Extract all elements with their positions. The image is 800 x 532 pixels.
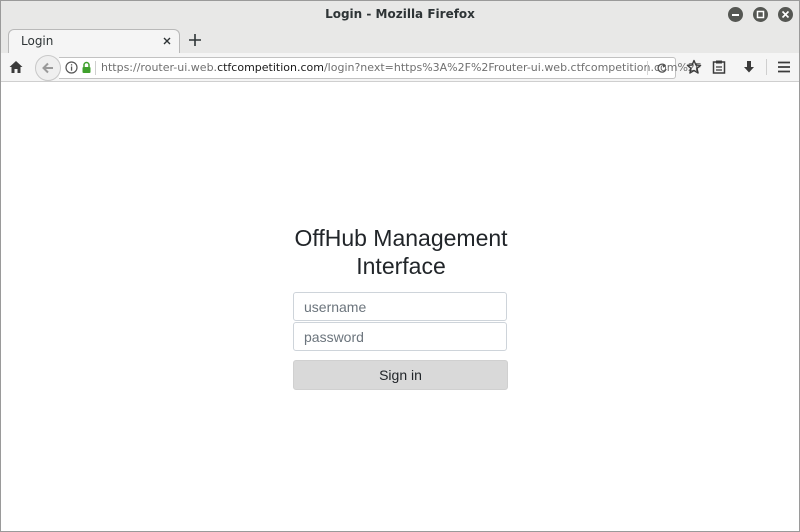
url-text[interactable]: https://router-ui.web.ctfcompetition.com… — [101, 61, 701, 74]
maximize-icon[interactable] — [753, 7, 768, 22]
page-title: OffHub Management Interface — [294, 225, 508, 279]
tab-login[interactable]: Login — [8, 29, 180, 54]
browser-window: Login - Mozilla Firefox Login https://ro… — [0, 0, 800, 532]
url-bar[interactable]: https://router-ui.web.ctfcompetition.com… — [59, 57, 701, 79]
minimize-icon[interactable] — [728, 7, 743, 22]
url-separator — [95, 61, 96, 75]
download-icon[interactable] — [741, 59, 757, 75]
reading-list-icon[interactable] — [711, 59, 727, 75]
tab-close-icon[interactable] — [161, 35, 173, 47]
back-icon — [42, 62, 53, 74]
window-title: Login - Mozilla Firefox — [325, 7, 475, 21]
reload-separator — [647, 61, 648, 75]
bookmark-star-icon[interactable] — [686, 59, 702, 75]
username-field[interactable] — [293, 292, 507, 321]
page-content: OffHub Management Interface Sign in — [1, 82, 799, 531]
sign-in-button[interactable]: Sign in — [293, 360, 508, 390]
tab-label: Login — [21, 34, 54, 48]
url-domain: ctfcompetition.com — [217, 61, 324, 74]
url-prefix: https://router-ui.web. — [101, 61, 218, 74]
reload-icon[interactable] — [656, 62, 668, 74]
back-button[interactable] — [35, 55, 61, 81]
close-icon[interactable] — [778, 7, 793, 22]
tab-strip: Login — [1, 28, 799, 54]
url-suffix: /login?next=https%3A%2F%2Frouter-ui.web.… — [323, 61, 702, 74]
info-icon[interactable] — [65, 61, 78, 74]
lock-icon — [82, 61, 91, 73]
new-tab-icon[interactable] — [186, 31, 204, 49]
menu-icon[interactable] — [776, 59, 792, 75]
toolbar-separator — [766, 59, 767, 75]
navigation-bar: https://router-ui.web.ctfcompetition.com… — [1, 53, 799, 82]
home-icon[interactable] — [8, 59, 24, 75]
password-field[interactable] — [293, 322, 507, 351]
title-bar: Login - Mozilla Firefox — [1, 1, 799, 28]
